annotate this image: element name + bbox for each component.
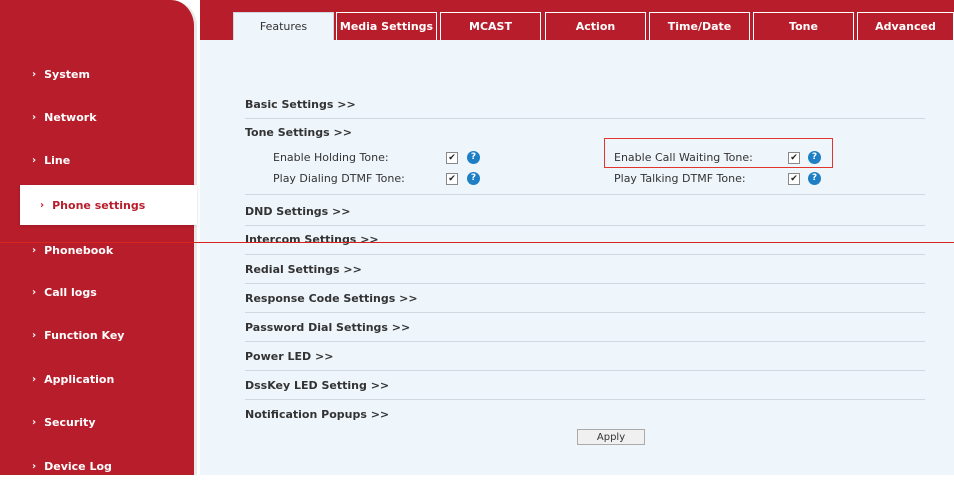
- sidebar-item-network[interactable]: › Network: [0, 97, 195, 137]
- sidebar-item-label: Function Key: [44, 328, 125, 342]
- divider: [245, 283, 925, 284]
- section-power-led[interactable]: Power LED >>: [245, 350, 333, 363]
- section-notification-popups[interactable]: Notification Popups >>: [245, 408, 389, 421]
- sidebar-item-label: Phonebook: [44, 243, 114, 257]
- help-icon[interactable]: ?: [467, 151, 480, 164]
- divider: [245, 370, 925, 371]
- apply-button[interactable]: Apply: [577, 429, 645, 445]
- sidebar-item-label: Application: [44, 372, 115, 386]
- help-icon[interactable]: ?: [467, 172, 480, 185]
- sidebar-item-label: Network: [44, 110, 97, 124]
- tab-media-settings[interactable]: Media Settings: [336, 12, 437, 40]
- holding-tone-checkbox[interactable]: ✔: [446, 152, 458, 164]
- section-password-dial-settings[interactable]: Password Dial Settings >>: [245, 321, 410, 334]
- sidebar-item-label: System: [44, 67, 90, 81]
- divider: [245, 399, 925, 400]
- sidebar-item-label: Device Log: [44, 459, 112, 473]
- sidebar-item-line[interactable]: › Line: [0, 140, 195, 180]
- section-tone-settings[interactable]: Tone Settings >>: [245, 126, 352, 139]
- tab-mcast[interactable]: MCAST: [440, 12, 541, 40]
- divider: [245, 312, 925, 313]
- chevron-right-icon: ›: [32, 373, 37, 385]
- section-response-code-settings[interactable]: Response Code Settings >>: [245, 292, 418, 305]
- talking-dtmf-tone-checkbox[interactable]: ✔: [788, 173, 800, 185]
- divider: [245, 225, 925, 226]
- chevron-right-icon: ›: [32, 111, 37, 123]
- divider: [245, 118, 925, 119]
- tab-action[interactable]: Action: [545, 12, 646, 40]
- section-dsskey-led-setting[interactable]: DssKey LED Setting >>: [245, 379, 389, 392]
- holding-tone-label: Enable Holding Tone:: [273, 151, 389, 164]
- dialing-dtmf-tone-checkbox[interactable]: ✔: [446, 173, 458, 185]
- dialing-dtmf-tone-label: Play Dialing DTMF Tone:: [273, 172, 405, 185]
- chevron-right-icon: ›: [32, 286, 37, 298]
- talking-dtmf-tone-label: Play Talking DTMF Tone:: [614, 172, 746, 185]
- highlight-box: [604, 138, 833, 168]
- divider: [245, 194, 925, 195]
- sidebar-item-application[interactable]: › Application: [0, 359, 195, 399]
- section-basic-settings[interactable]: Basic Settings >>: [245, 98, 356, 111]
- sidebar-item-phone-settings[interactable]: › Phone settings: [20, 185, 197, 225]
- section-dnd-settings[interactable]: DND Settings >>: [245, 205, 350, 218]
- sidebar-item-label: Line: [44, 153, 71, 167]
- sidebar-item-phonebook[interactable]: › Phonebook: [0, 230, 195, 270]
- sidebar-item-label: Call logs: [44, 285, 97, 299]
- chevron-right-icon: ›: [32, 416, 37, 428]
- section-intercom-settings[interactable]: Intercom Settings >>: [245, 233, 379, 246]
- chevron-right-icon: ›: [32, 460, 37, 472]
- tab-advanced[interactable]: Advanced: [857, 12, 954, 40]
- chevron-right-icon: ›: [40, 199, 45, 211]
- help-icon[interactable]: ?: [808, 172, 821, 185]
- chevron-right-icon: ›: [32, 244, 37, 256]
- sidebar-item-security[interactable]: › Security: [0, 402, 195, 442]
- tab-time-date[interactable]: Time/Date: [649, 12, 750, 40]
- chevron-right-icon: ›: [32, 68, 37, 80]
- chevron-right-icon: ›: [32, 154, 37, 166]
- sidebar-item-function-key[interactable]: › Function Key: [0, 315, 195, 355]
- sidebar-item-label: Security: [44, 415, 96, 429]
- chevron-right-icon: ›: [32, 329, 37, 341]
- divider: [245, 254, 925, 255]
- annotation-red-line: [0, 242, 954, 243]
- sidebar-item-system[interactable]: › System: [0, 54, 195, 94]
- sidebar-item-label: Phone settings: [52, 198, 146, 212]
- sidebar-item-device-log[interactable]: › Device Log: [0, 446, 195, 486]
- divider: [245, 341, 925, 342]
- sidebar-item-call-logs[interactable]: › Call logs: [0, 272, 195, 312]
- section-redial-settings[interactable]: Redial Settings >>: [245, 263, 362, 276]
- tab-tone[interactable]: Tone: [753, 12, 854, 40]
- tab-features[interactable]: Features: [233, 12, 334, 40]
